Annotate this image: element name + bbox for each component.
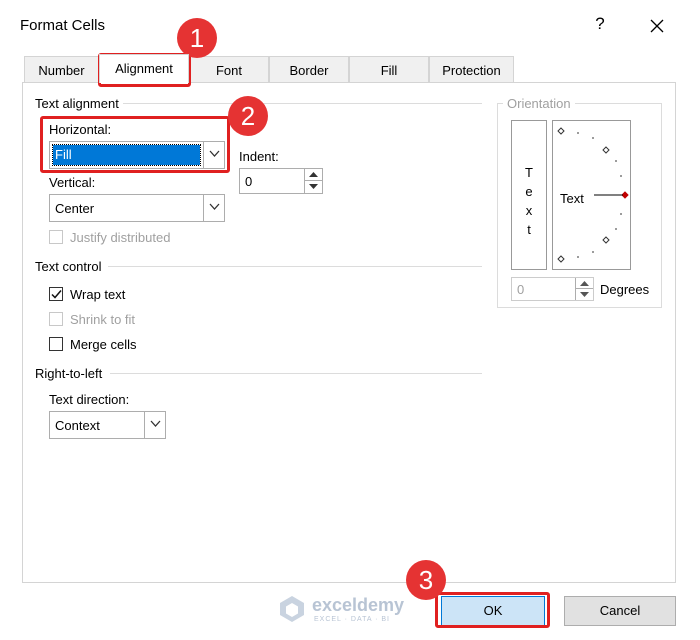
text-direction-dropdown-button[interactable] <box>144 412 165 438</box>
dialog-title: Format Cells <box>20 17 106 34</box>
vertical-value: Center <box>55 201 95 216</box>
shrink-to-fit-label: Shrink to fit <box>70 312 136 327</box>
annotation-box-horizontal <box>40 116 230 173</box>
text-direction-select[interactable]: Context <box>49 411 166 439</box>
merge-cells-label: Merge cells <box>70 337 137 352</box>
divider <box>108 266 482 267</box>
watermark-name: exceldemy <box>312 595 405 615</box>
degrees-down-button[interactable] <box>575 289 593 300</box>
vertical-select[interactable]: Center <box>49 194 225 222</box>
annotation-badge-3: 3 <box>406 560 446 600</box>
degrees-up-button[interactable] <box>575 278 593 289</box>
help-button[interactable]: ? <box>590 14 610 38</box>
tab-number[interactable]: Number <box>24 56 99 83</box>
tab-font[interactable]: Font <box>189 56 269 83</box>
vertical-text-letter: x <box>525 203 533 218</box>
chevron-down-icon <box>209 203 220 210</box>
watermark-tagline: EXCEL · DATA · BI <box>314 616 390 623</box>
wrap-text-checkbox[interactable] <box>49 287 63 301</box>
indent-label: Indent: <box>239 149 279 164</box>
indent-value: 0 <box>245 174 253 189</box>
triangle-down-icon <box>580 292 589 297</box>
text-direction-label: Text direction: <box>49 392 130 407</box>
divider <box>120 103 482 104</box>
degrees-stepper[interactable]: 0 <box>511 277 594 301</box>
annotation-badge-2: 2 <box>228 96 268 136</box>
text-direction-value: Context <box>55 418 100 433</box>
indent-up-button[interactable] <box>304 169 322 181</box>
watermark: exceldemy EXCEL · DATA · BI <box>278 593 418 627</box>
close-button[interactable] <box>645 12 669 40</box>
text-control-label: Text control <box>35 259 106 274</box>
vertical-label: Vertical: <box>49 175 96 190</box>
close-icon <box>650 19 664 33</box>
annotation-badge-1: 1 <box>177 18 217 58</box>
vertical-dropdown-button[interactable] <box>203 195 224 221</box>
degrees-label: Degrees <box>600 282 650 297</box>
orientation-label: Orientation <box>503 96 575 111</box>
orientation-dial[interactable]: Text <box>552 120 631 270</box>
orientation-text-label: Text <box>560 191 584 206</box>
vertical-text-letter: t <box>527 222 531 237</box>
cancel-button[interactable]: Cancel <box>564 596 676 626</box>
right-to-left-label: Right-to-left <box>35 366 107 381</box>
divider <box>110 373 482 374</box>
degrees-value: 0 <box>517 282 525 297</box>
merge-cells-checkbox[interactable] <box>49 337 63 351</box>
indent-stepper[interactable]: 0 <box>239 168 323 194</box>
shrink-to-fit-checkbox[interactable] <box>49 312 63 326</box>
wrap-text-label: Wrap text <box>70 287 126 302</box>
vertical-text-letter: T <box>525 165 533 180</box>
tab-alignment[interactable]: Alignment <box>99 54 189 83</box>
tab-protection[interactable]: Protection <box>429 56 514 83</box>
triangle-down-icon <box>309 184 318 189</box>
checkmark-icon <box>51 290 62 299</box>
tab-border[interactable]: Border <box>269 56 349 83</box>
justify-distributed-label: Justify distributed <box>70 230 171 245</box>
justify-distributed-checkbox[interactable] <box>49 230 63 244</box>
chevron-down-icon <box>150 420 161 427</box>
indent-down-button[interactable] <box>304 181 322 193</box>
triangle-up-icon <box>580 281 589 286</box>
vertical-text-button[interactable]: T e x t <box>511 120 547 270</box>
tab-fill[interactable]: Fill <box>349 56 429 83</box>
text-alignment-label: Text alignment <box>35 96 123 111</box>
vertical-text-letter: e <box>525 184 533 199</box>
annotation-box-ok-button <box>435 592 550 628</box>
triangle-up-icon <box>309 172 318 177</box>
exceldemy-logo-icon <box>280 596 304 622</box>
